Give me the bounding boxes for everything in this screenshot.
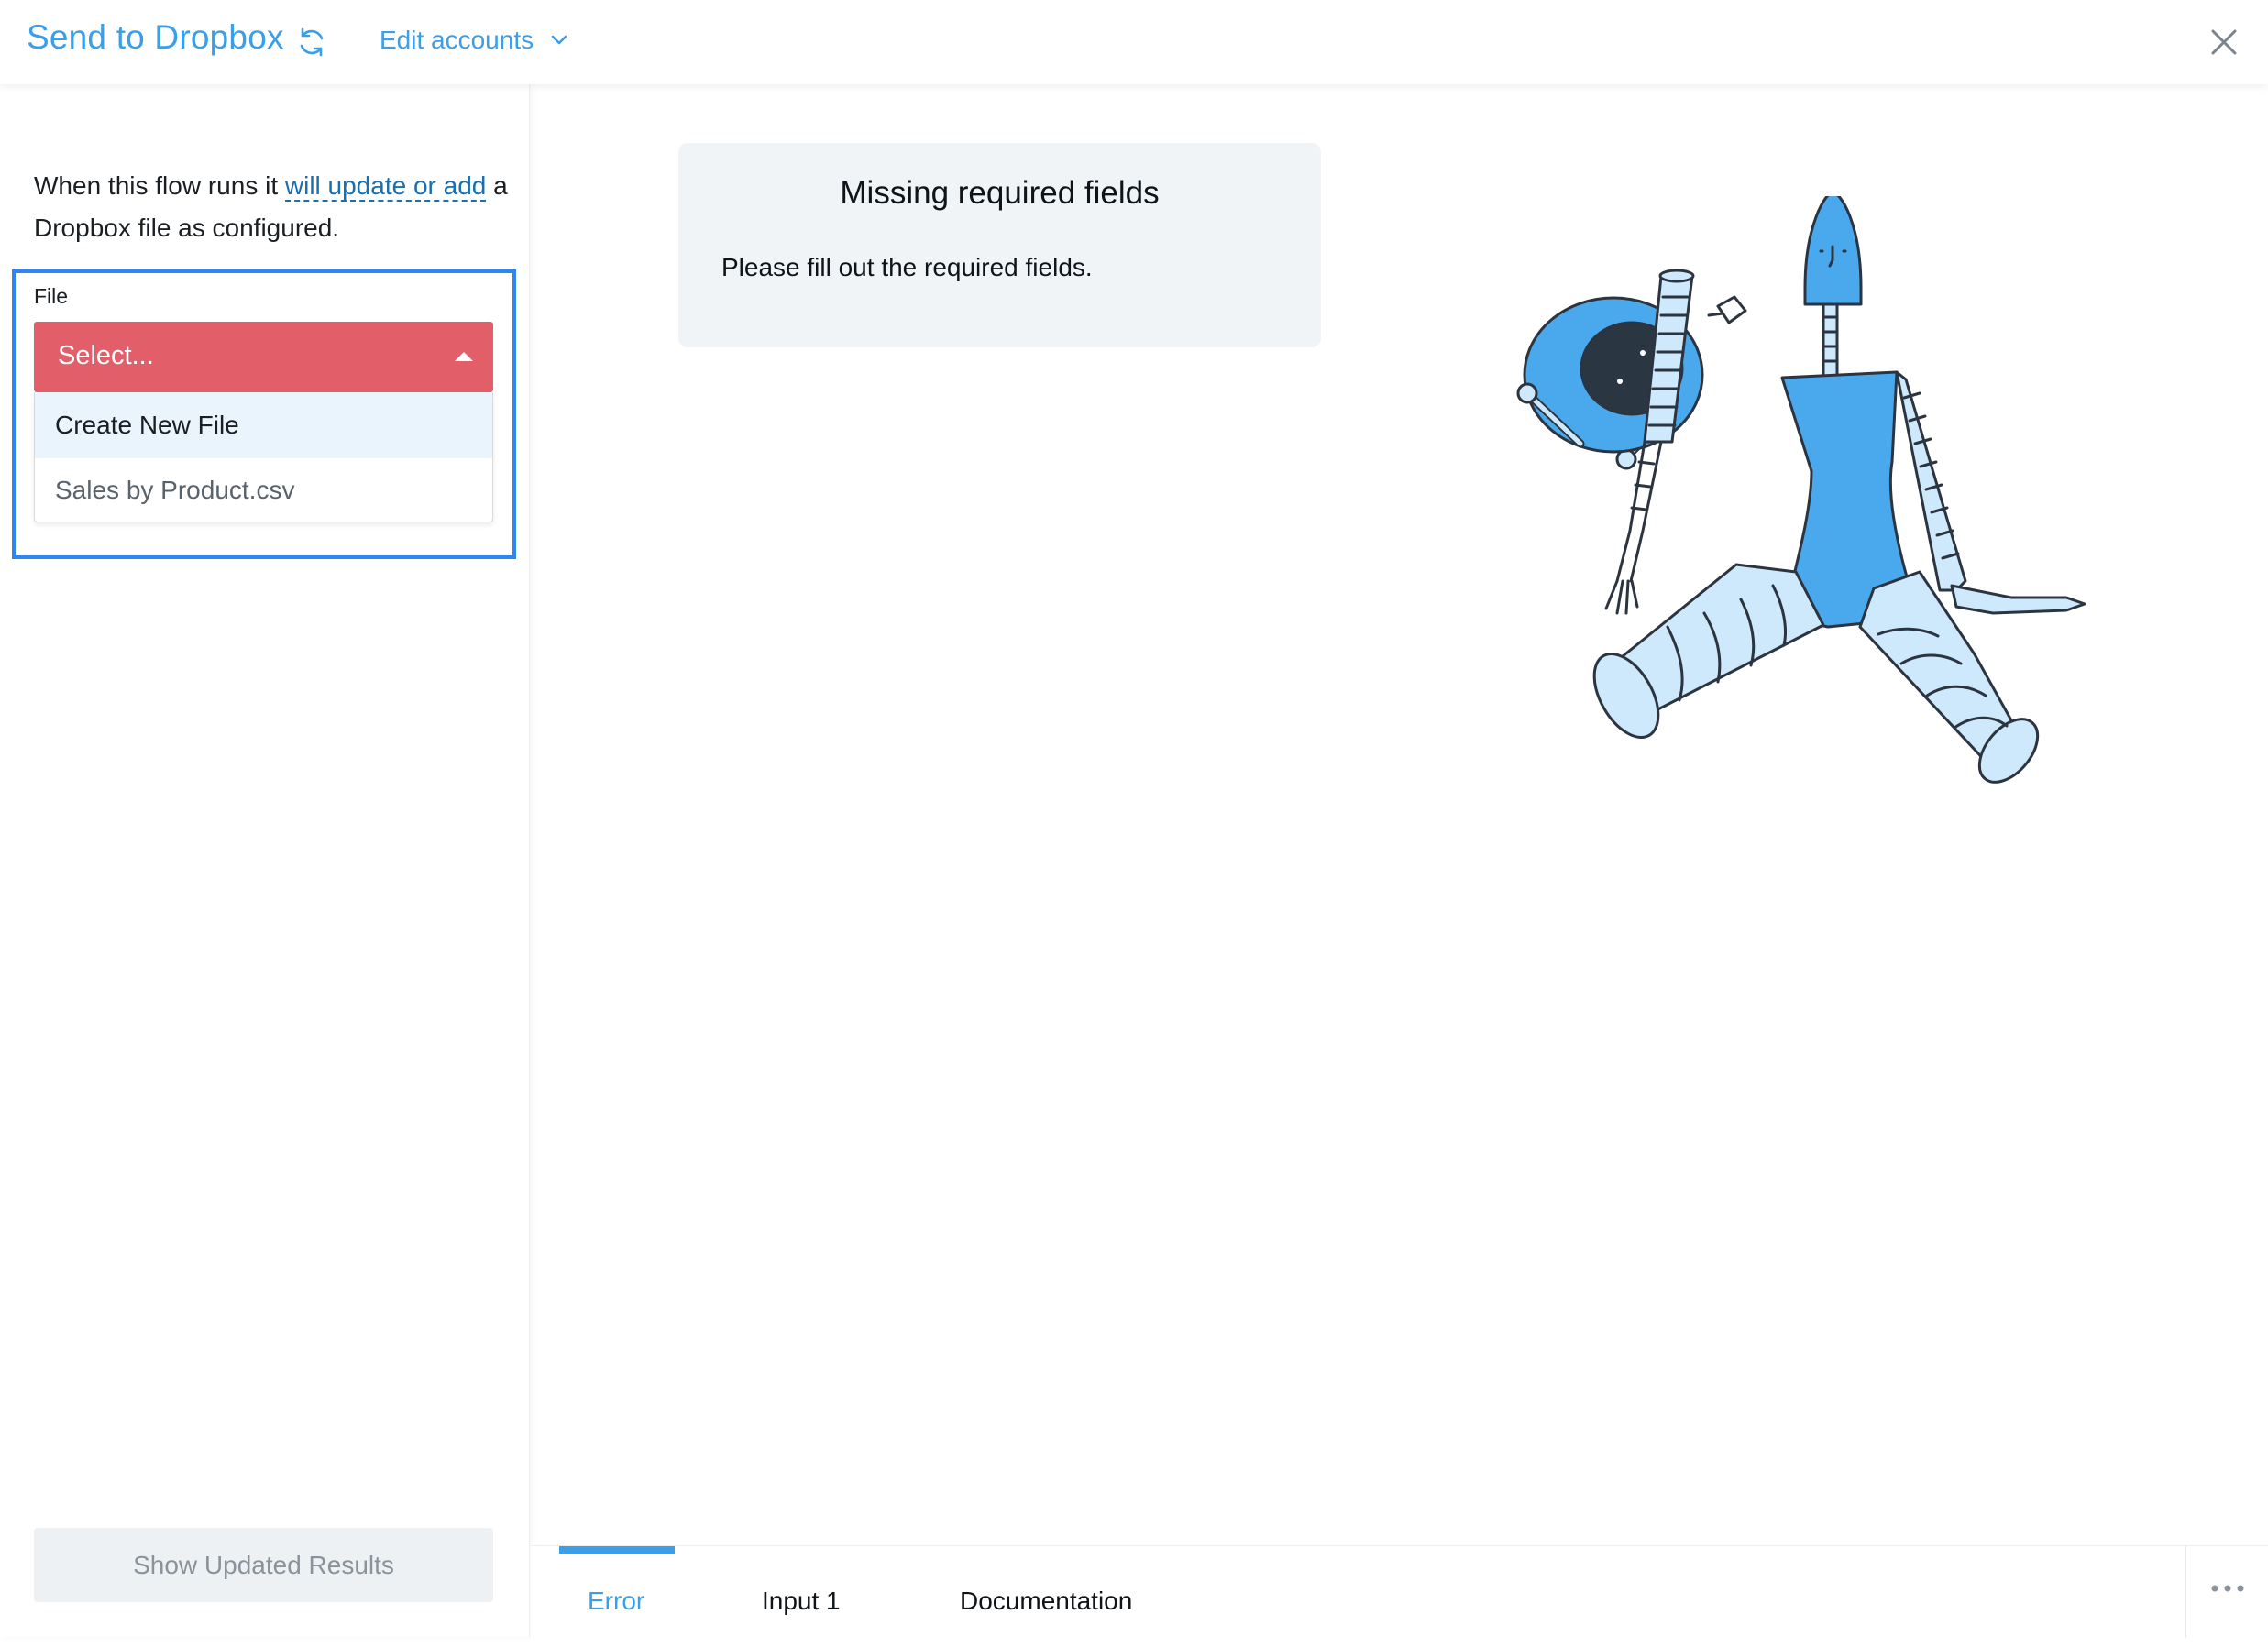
option-create-new-file[interactable]: Create New File	[35, 392, 492, 458]
missing-fields-alert: Missing required fields Please fill out …	[678, 143, 1321, 347]
more-horizontal-icon	[2211, 1585, 2244, 1592]
alert-title: Missing required fields	[840, 175, 1160, 211]
flow-description: When this flow runs it will update or ad…	[34, 165, 511, 249]
tab-documentation[interactable]: Documentation	[960, 1546, 1132, 1638]
option-sales-by-product[interactable]: Sales by Product.csv	[35, 458, 492, 522]
edit-accounts-button[interactable]: Edit accounts	[380, 26, 534, 55]
chevron-down-icon[interactable]	[550, 31, 568, 49]
config-sidebar: When this flow runs it will update or ad…	[0, 84, 530, 1637]
close-icon[interactable]	[2207, 26, 2240, 59]
tab-error[interactable]: Error	[588, 1546, 644, 1638]
refresh-icon[interactable]	[295, 26, 328, 59]
file-field-label: File	[34, 284, 69, 308]
robot-illustration	[1516, 196, 2086, 784]
file-select[interactable]: Select...	[34, 322, 493, 392]
page-title: Send to Dropbox	[27, 18, 284, 56]
file-select-value: Select...	[58, 341, 154, 370]
caret-up-icon	[455, 352, 473, 361]
file-select-menu: Create New File Sales by Product.csv	[34, 392, 493, 522]
more-options-button[interactable]	[2185, 1546, 2268, 1638]
show-updated-results-button[interactable]: Show Updated Results	[34, 1528, 493, 1602]
main-panel: Missing required fields Please fill out …	[531, 84, 2268, 1637]
bottom-tab-bar: Error Input 1 Documentation	[531, 1545, 2268, 1638]
update-mode-link[interactable]: will update or add	[284, 171, 487, 202]
tab-input-1[interactable]: Input 1	[762, 1546, 841, 1638]
header-bar: Send to Dropbox Edit accounts	[0, 0, 2268, 84]
alert-message: Please fill out the required fields.	[721, 253, 1093, 281]
intro-text-before: When this flow runs it	[34, 171, 285, 200]
